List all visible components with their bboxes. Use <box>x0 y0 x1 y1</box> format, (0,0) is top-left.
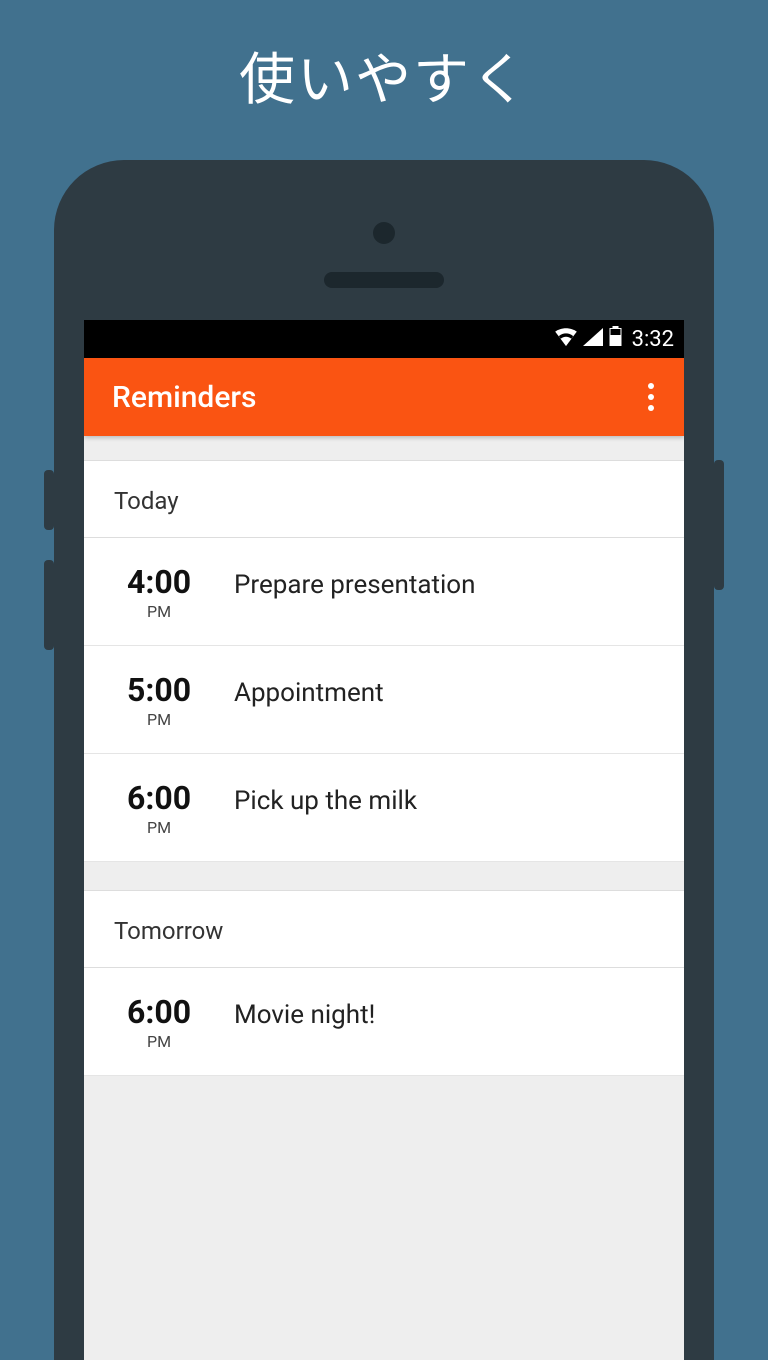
dots-vertical-icon <box>648 394 654 400</box>
reminder-title: Pick up the milk <box>234 782 417 816</box>
phone-camera <box>373 222 395 244</box>
reminder-time: 6:00 <box>114 996 204 1028</box>
reminder-meridiem: PM <box>114 818 204 837</box>
phone-side-button <box>714 460 724 590</box>
dots-vertical-icon <box>648 405 654 411</box>
section-header-tomorrow: Tomorrow <box>84 890 684 968</box>
reminder-time-block: 6:00 PM <box>114 996 204 1051</box>
reminder-title: Appointment <box>234 674 384 708</box>
status-clock: 3:32 <box>632 327 674 352</box>
reminder-time-block: 6:00 PM <box>114 782 204 837</box>
reminder-item[interactable]: 4:00 PM Prepare presentation <box>84 538 684 646</box>
reminder-time: 4:00 <box>114 566 204 598</box>
reminder-item[interactable]: 5:00 PM Appointment <box>84 646 684 754</box>
reminder-item[interactable]: 6:00 PM Pick up the milk <box>84 754 684 862</box>
phone-frame: 3:32 Reminders Today 4:00 PM Prepare pre… <box>54 160 714 1360</box>
reminder-time-block: 4:00 PM <box>114 566 204 621</box>
reminder-item[interactable]: 6:00 PM Movie night! <box>84 968 684 1076</box>
overflow-menu-button[interactable] <box>642 373 660 421</box>
dots-vertical-icon <box>648 383 654 389</box>
reminder-title: Movie night! <box>234 996 375 1030</box>
reminder-title: Prepare presentation <box>234 566 476 600</box>
reminder-meridiem: PM <box>114 602 204 621</box>
phone-side-button <box>44 560 54 650</box>
phone-speaker <box>324 272 444 288</box>
reminder-time: 6:00 <box>114 782 204 814</box>
battery-icon <box>609 326 622 352</box>
phone-side-button <box>44 470 54 530</box>
reminder-meridiem: PM <box>114 710 204 729</box>
reminder-time-block: 5:00 PM <box>114 674 204 729</box>
section-header-today: Today <box>84 460 684 538</box>
cell-signal-icon <box>583 327 603 352</box>
app-title: Reminders <box>112 380 256 415</box>
reminder-meridiem: PM <box>114 1032 204 1051</box>
app-bar: Reminders <box>84 358 684 436</box>
promo-title: 使いやすく <box>0 35 768 116</box>
status-bar: 3:32 <box>84 320 684 358</box>
reminder-time: 5:00 <box>114 674 204 706</box>
screen: 3:32 Reminders Today 4:00 PM Prepare pre… <box>84 320 684 1360</box>
wifi-icon <box>555 327 577 352</box>
